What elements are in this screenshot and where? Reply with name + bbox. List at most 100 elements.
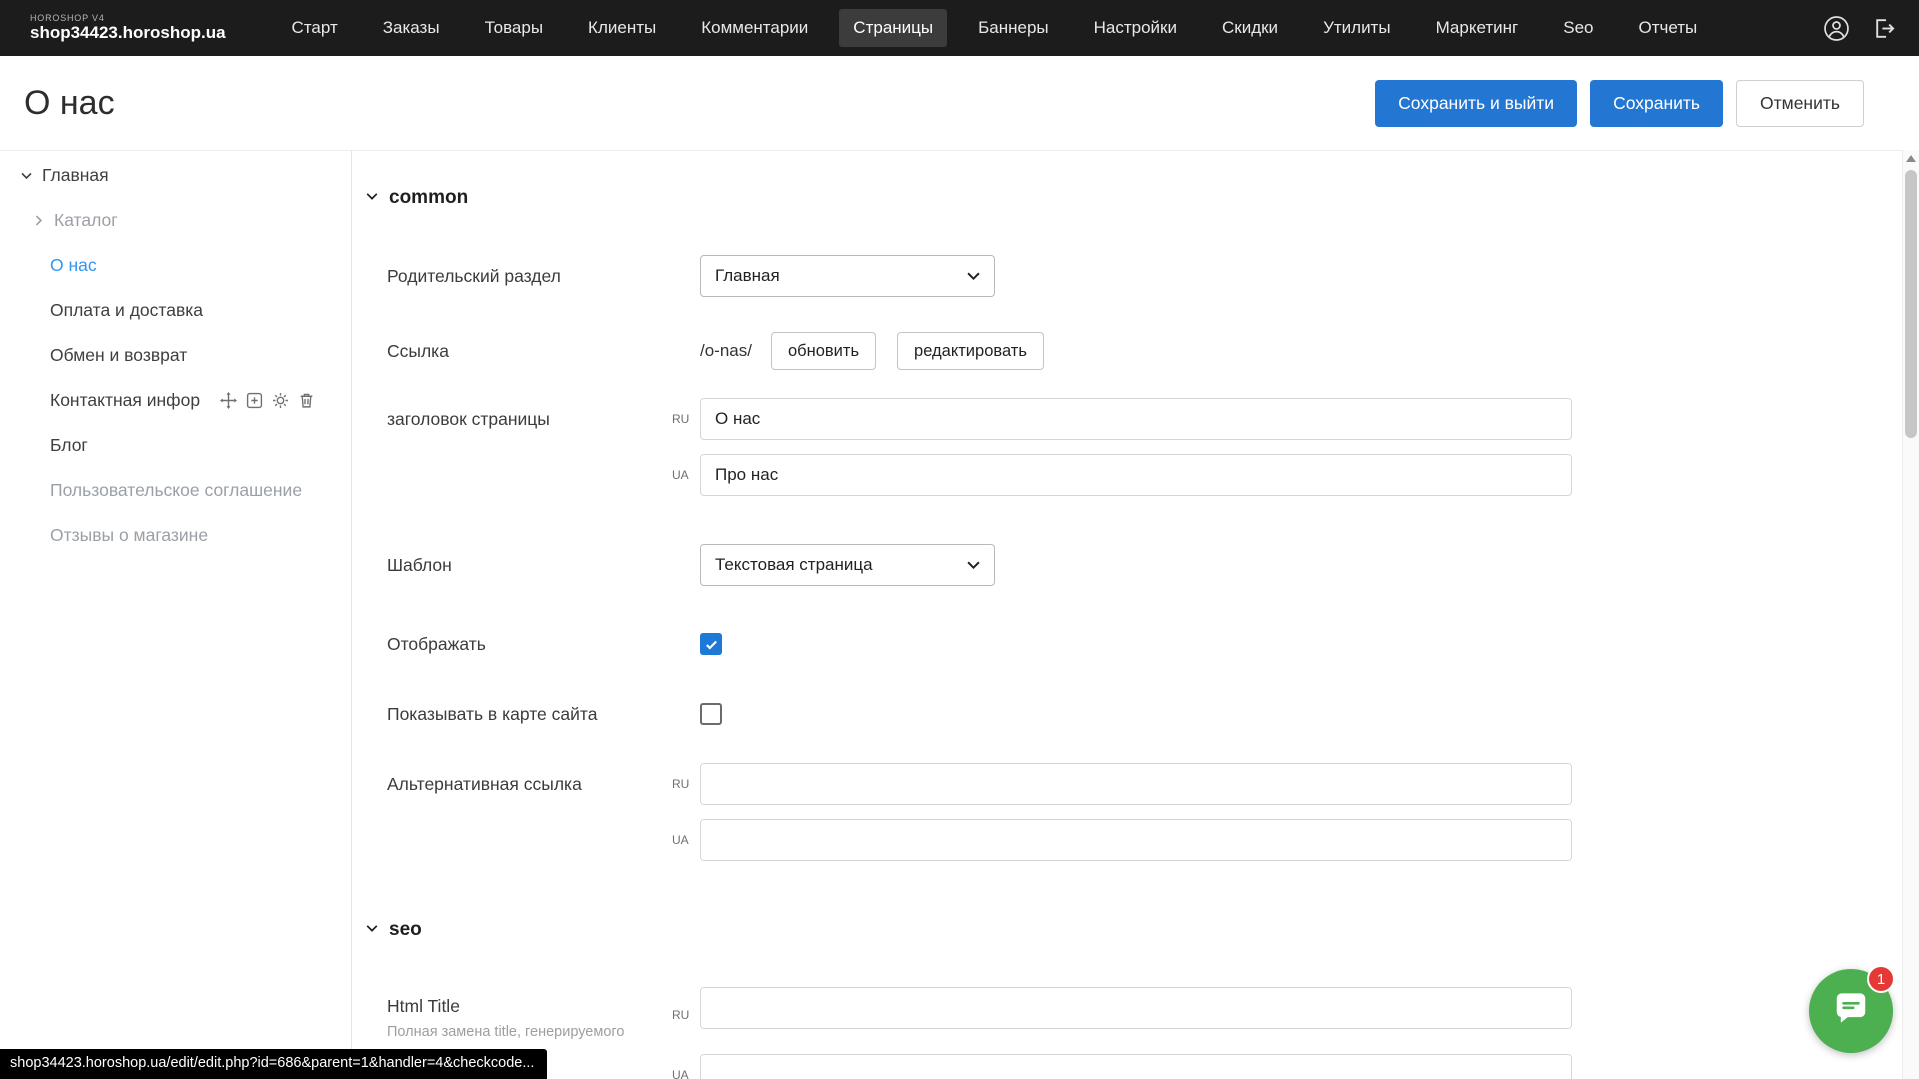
brand-logo[interactable]: HOROSHOP V4 shop34423.horoshop.ua — [30, 14, 226, 43]
field-label: Ссылка — [387, 341, 700, 362]
settings-icon[interactable] — [272, 392, 289, 409]
nav-item-discounts[interactable]: Скидки — [1208, 9, 1292, 47]
tree-item-store-reviews[interactable]: Отзывы о магазине — [0, 513, 351, 558]
sitemap-row: Показывать в карте сайта — [387, 702, 1902, 726]
html-title-ru-row: Html Title Полная замена title, генериру… — [387, 987, 1902, 1040]
field-label: Родительский раздел — [387, 266, 700, 287]
lang-tag-ua: UA — [672, 1068, 700, 1079]
edit-link-button[interactable]: редактировать — [897, 332, 1044, 370]
field-label: Показывать в карте сайта — [387, 704, 700, 725]
refresh-link-button[interactable]: обновить — [771, 332, 876, 370]
save-and-exit-button[interactable]: Сохранить и выйти — [1375, 80, 1577, 127]
tree-item-payment-delivery[interactable]: Оплата и доставка — [0, 288, 351, 333]
field-label: Отображать — [387, 634, 700, 655]
field-label: Html Title — [387, 996, 460, 1016]
chevron-right-icon[interactable] — [32, 214, 45, 227]
sitemap-checkbox[interactable] — [700, 703, 722, 725]
alt-link-ru-row: Альтернативная ссылка RU — [387, 763, 1902, 805]
tree-item-label: О нас — [50, 255, 97, 276]
status-url-tooltip: shop34423.horoshop.ua/edit/edit.php?id=6… — [0, 1049, 547, 1079]
tree-item-home[interactable]: Главная — [0, 153, 351, 198]
page-title-ru-input[interactable] — [700, 398, 1572, 440]
page-title-ua-row: UA — [387, 454, 1902, 496]
chevron-down-icon — [967, 561, 980, 570]
lang-tag-ru: RU — [672, 777, 700, 791]
nav-item-products[interactable]: Товары — [471, 9, 557, 47]
brand-domain: shop34423.horoshop.ua — [30, 24, 226, 43]
field-label: Шаблон — [387, 555, 700, 576]
chevron-down-icon[interactable] — [20, 169, 33, 182]
add-icon[interactable] — [246, 392, 263, 409]
save-button[interactable]: Сохранить — [1590, 80, 1723, 127]
move-icon[interactable] — [220, 392, 237, 409]
display-row: Отображать — [387, 632, 1902, 656]
parent-section-select[interactable]: Главная — [700, 255, 995, 297]
tree-item-label: Оплата и доставка — [50, 300, 203, 321]
html-title-ru-input[interactable] — [700, 987, 1572, 1029]
section-common[interactable]: common — [365, 187, 1902, 209]
alt-link-ru-input[interactable] — [700, 763, 1572, 805]
nav-item-orders[interactable]: Заказы — [369, 9, 454, 47]
pages-tree-sidebar: Главная Каталог О нас Оплата и доставка … — [0, 151, 352, 1079]
section-title: common — [389, 187, 468, 209]
field-label: Альтернативная ссылка — [387, 774, 672, 795]
nav-item-seo[interactable]: Seo — [1549, 9, 1607, 47]
chat-widget-button[interactable]: 1 — [1809, 969, 1893, 1053]
field-label-block: Html Title Полная замена title, генериру… — [387, 987, 672, 1040]
top-navbar: HOROSHOP V4 shop34423.horoshop.ua Старт … — [0, 0, 1919, 56]
scrollbar-thumb[interactable] — [1905, 170, 1917, 438]
page-edit-form: common Родительский раздел Главная Ссылк… — [352, 151, 1902, 1079]
vertical-scrollbar[interactable] — [1902, 150, 1919, 1079]
navbar-right — [1823, 15, 1897, 42]
chevron-down-icon — [365, 921, 379, 940]
nav-item-settings[interactable]: Настройки — [1080, 9, 1191, 47]
page-title: О нас — [24, 84, 115, 123]
tree-item-label: Блог — [50, 435, 88, 456]
section-seo[interactable]: seo — [365, 919, 1902, 941]
nav-item-reports[interactable]: Отчеты — [1624, 9, 1711, 47]
scroll-up-icon[interactable] — [1903, 150, 1919, 167]
tree-item-about[interactable]: О нас — [0, 243, 351, 288]
lang-tag-ru: RU — [672, 987, 700, 1022]
logout-icon[interactable] — [1872, 16, 1897, 41]
tree-item-actions — [220, 392, 315, 409]
nav-item-start[interactable]: Старт — [278, 9, 352, 47]
section-title: seo — [389, 919, 422, 941]
page-header: О нас Сохранить и выйти Сохранить Отмени… — [0, 56, 1902, 150]
account-icon[interactable] — [1823, 15, 1850, 42]
main-menu: Старт Заказы Товары Клиенты Комментарии … — [278, 9, 1712, 47]
nav-item-comments[interactable]: Комментарии — [687, 9, 822, 47]
selected-value: Текстовая страница — [715, 555, 873, 575]
tree-item-label: Пользовательское соглашение — [50, 480, 302, 501]
chat-unread-badge: 1 — [1867, 965, 1895, 993]
display-checkbox[interactable] — [700, 633, 722, 655]
content-area: Главная Каталог О нас Оплата и доставка … — [0, 150, 1902, 1079]
tree-item-label: Главная — [42, 165, 109, 186]
lang-tag-ru: RU — [672, 412, 700, 426]
header-buttons: Сохранить и выйти Сохранить Отменить — [1375, 80, 1864, 127]
tree-item-exchange-return[interactable]: Обмен и возврат — [0, 333, 351, 378]
tree-item-blog[interactable]: Блог — [0, 423, 351, 468]
field-label: заголовок страницы — [387, 409, 672, 430]
link-row: Ссылка /o-nas/ обновить редактировать — [387, 332, 1902, 370]
html-title-ua-input[interactable] — [700, 1054, 1572, 1079]
cancel-button[interactable]: Отменить — [1736, 80, 1864, 127]
nav-item-clients[interactable]: Клиенты — [574, 9, 670, 47]
tree-item-catalog[interactable]: Каталог — [0, 198, 351, 243]
selected-value: Главная — [715, 266, 780, 286]
nav-item-pages[interactable]: Страницы — [839, 9, 947, 47]
delete-icon[interactable] — [298, 392, 315, 409]
nav-item-marketing[interactable]: Маркетинг — [1422, 9, 1533, 47]
tree-item-contact-info[interactable]: Контактная инфор — [0, 378, 351, 423]
nav-item-utilities[interactable]: Утилиты — [1309, 9, 1405, 47]
template-select[interactable]: Текстовая страница — [700, 544, 995, 586]
html-title-ua-row: UA — [387, 1054, 1902, 1079]
alt-link-ua-input[interactable] — [700, 819, 1572, 861]
alt-link-ua-row: UA — [387, 819, 1902, 861]
chevron-down-icon — [365, 189, 379, 208]
chat-bubble-icon — [1830, 988, 1872, 1035]
nav-item-banners[interactable]: Баннеры — [964, 9, 1063, 47]
tree-item-user-agreement[interactable]: Пользовательское соглашение — [0, 468, 351, 513]
page-title-ua-input[interactable] — [700, 454, 1572, 496]
template-row: Шаблон Текстовая страница — [387, 544, 1902, 586]
